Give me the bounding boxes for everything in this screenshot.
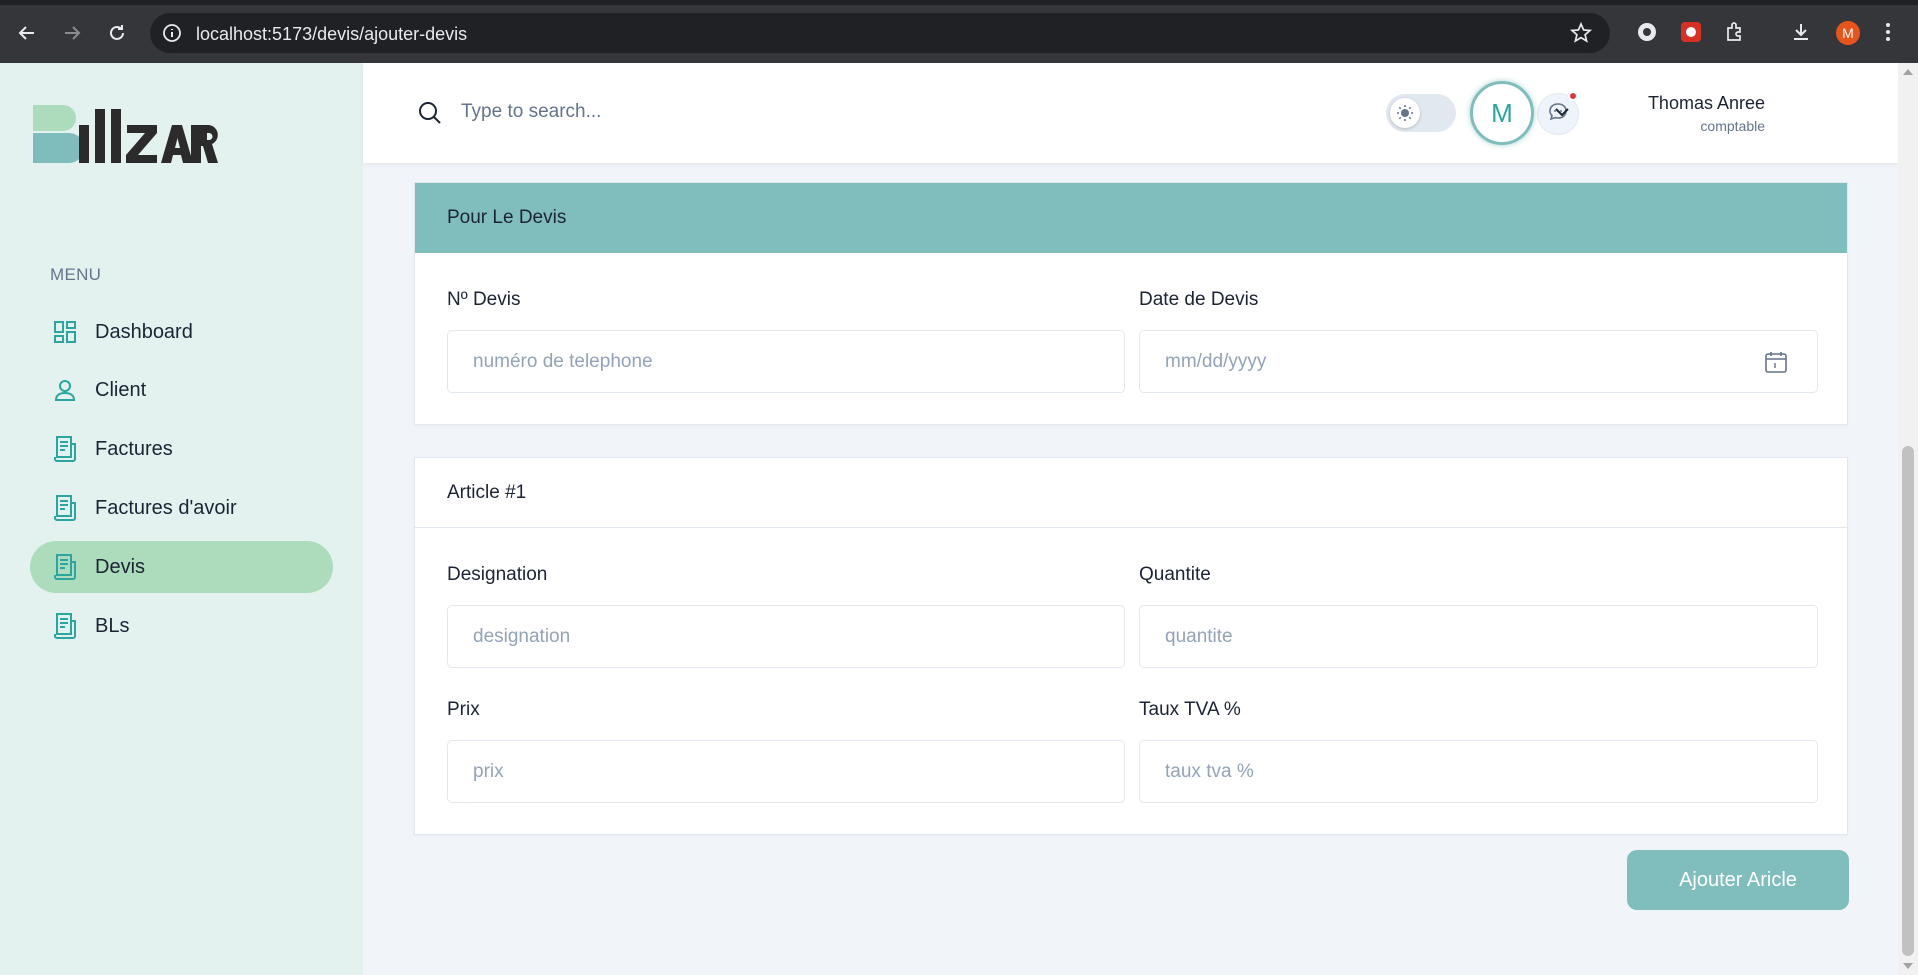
- sidebar-item-devis[interactable]: Devis: [30, 541, 333, 593]
- user-role: comptable: [1700, 118, 1765, 134]
- extensions-puzzle-icon[interactable]: [1724, 21, 1746, 48]
- calendar-icon[interactable]: [1764, 350, 1788, 379]
- top-header: Thomas Anree comptable M: [363, 63, 1898, 163]
- sidebar-item-factures-avoir[interactable]: Factures d'avoir: [30, 482, 333, 534]
- date-devis-input[interactable]: [1139, 330, 1818, 393]
- sidebar-item-label: Dashboard: [95, 320, 193, 343]
- devis-card: Pour Le Devis Nº Devis Date de Devis: [414, 182, 1848, 425]
- numero-devis-input[interactable]: [447, 330, 1125, 393]
- numero-devis-label: Nº Devis: [447, 289, 521, 310]
- quantite-input[interactable]: [1139, 605, 1818, 668]
- article-card: Article #1 Designation Quantite Prix Tau…: [414, 457, 1848, 835]
- menu-title: MENU: [50, 265, 102, 284]
- browser-chrome: localhost:5173/devis/ajouter-devis M: [0, 0, 1918, 63]
- profile-avatar[interactable]: M: [1836, 21, 1860, 45]
- designation-label: Designation: [447, 564, 548, 585]
- download-icon[interactable]: [1790, 21, 1812, 48]
- billzar-logo[interactable]: [31, 101, 221, 172]
- forward-icon[interactable]: [59, 20, 85, 46]
- sidebar-item-bls[interactable]: BLs: [30, 600, 333, 652]
- sidebar-item-label: Devis: [95, 555, 146, 578]
- reload-icon[interactable]: [104, 20, 130, 46]
- page-scrollbar[interactable]: [1898, 63, 1918, 975]
- sidebar: MENU Dashboard Client Factures Factures …: [0, 63, 363, 975]
- sidebar-item-client[interactable]: Client: [30, 364, 333, 416]
- receipt-icon: [52, 436, 78, 462]
- site-info-icon[interactable]: [162, 23, 182, 48]
- date-devis-label: Date de Devis: [1139, 289, 1259, 310]
- browser-menu-icon[interactable]: [1884, 21, 1892, 48]
- sidebar-item-label: Factures: [95, 437, 173, 460]
- quantite-label: Quantite: [1139, 564, 1211, 585]
- bookmark-star-icon[interactable]: [1569, 21, 1593, 49]
- receipt-icon: [52, 554, 78, 580]
- tva-label: Taux TVA %: [1139, 699, 1241, 720]
- extension-icon[interactable]: [1636, 21, 1658, 48]
- dashboard-icon: [52, 319, 78, 345]
- user-icon: [52, 377, 78, 403]
- user-name: Thomas Anree: [1647, 93, 1765, 113]
- devis-card-title: Pour Le Devis: [415, 183, 1847, 253]
- address-bar[interactable]: localhost:5173/devis/ajouter-devis: [150, 13, 1610, 53]
- extension-red-icon[interactable]: [1680, 21, 1702, 48]
- prix-label: Prix: [447, 699, 480, 720]
- scroll-down-icon[interactable]: [1903, 963, 1913, 969]
- tab-strip: [0, 0, 1918, 5]
- back-icon[interactable]: [14, 20, 40, 46]
- search-icon[interactable]: [418, 101, 442, 130]
- search-input[interactable]: [461, 97, 961, 127]
- sidebar-item-factures[interactable]: Factures: [30, 423, 333, 475]
- message-dot: [1568, 91, 1578, 101]
- scroll-thumb[interactable]: [1902, 446, 1914, 956]
- article-card-title: Article #1: [415, 458, 1847, 528]
- sidebar-item-label: BLs: [95, 614, 130, 637]
- tva-input[interactable]: [1139, 740, 1818, 803]
- sidebar-item-label: Factures d'avoir: [95, 496, 237, 519]
- add-article-button[interactable]: Ajouter Aricle: [1627, 850, 1849, 910]
- receipt-icon: [52, 613, 78, 639]
- user-avatar[interactable]: M: [1470, 81, 1534, 145]
- prix-input[interactable]: [447, 740, 1125, 803]
- designation-input[interactable]: [447, 605, 1125, 668]
- dark-mode-toggle[interactable]: [1386, 94, 1456, 132]
- sun-icon: [1390, 98, 1420, 128]
- receipt-icon: [52, 495, 78, 521]
- sidebar-item-dashboard[interactable]: Dashboard: [30, 306, 333, 358]
- chevron-down-icon[interactable]: [1553, 103, 1571, 126]
- address-url: localhost:5173/devis/ajouter-devis: [196, 24, 468, 44]
- scroll-up-icon[interactable]: [1903, 69, 1913, 75]
- sidebar-item-label: Client: [95, 378, 147, 401]
